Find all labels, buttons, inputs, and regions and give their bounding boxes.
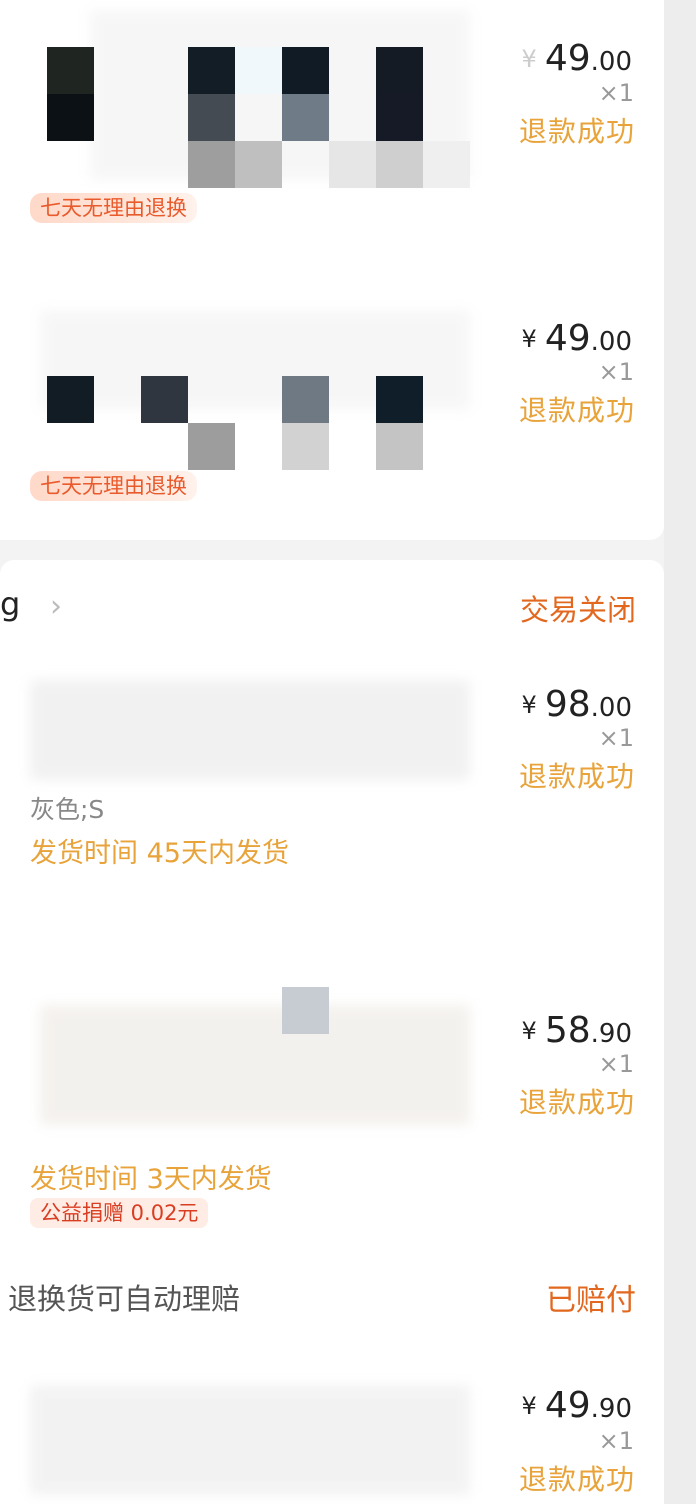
item-price: ¥58.90 [521, 1010, 632, 1051]
item-price: ¥49.90 [521, 1385, 632, 1426]
item-price: ¥49.00 [521, 38, 632, 79]
seven-day-return-tag: 七天无理由退换 [30, 193, 197, 223]
product-image-blurred [0, 1375, 480, 1504]
shop-name[interactable]: g [0, 585, 20, 623]
item-price: ¥98.00 [521, 684, 632, 725]
item-price: ¥49.00 [521, 318, 632, 359]
product-image-blurred [0, 660, 480, 780]
refund-status: 退款成功 [518, 760, 635, 793]
order-item-3[interactable]: ¥98.00 ×1 退款成功 灰色;S 发货时间 45天内发货 [0, 660, 664, 930]
order-item-1[interactable]: ¥49.00 ×1 退款成功 七天无理由退换 [0, 0, 664, 270]
donation-badge: 公益捐赠 0.02元 [30, 1198, 209, 1228]
order-item-5[interactable]: ¥49.90 ×1 退款成功 [0, 1365, 664, 1504]
order-card-1: ¥49.00 ×1 退款成功 七天无理由退换 ¥49.00 ×1 退款成功 七天… [0, 0, 664, 540]
claim-status: 已赔付 [546, 1283, 636, 1318]
seven-day-return-tag: 七天无理由退换 [30, 471, 197, 501]
item-sku: 灰色;S [30, 795, 105, 824]
product-image-pixelated [0, 300, 480, 480]
product-image-pixelated [0, 0, 480, 200]
refund-status: 退款成功 [518, 1463, 635, 1496]
order-status: 交易关闭 [519, 593, 636, 627]
refund-status: 退款成功 [518, 1086, 635, 1119]
shipping-time: 发货时间 45天内发货 [30, 838, 289, 869]
order-item-2[interactable]: ¥49.00 ×1 退款成功 七天无理由退换 [0, 280, 664, 530]
auto-claim-label[interactable]: 退换货可自动理赔 [8, 1276, 240, 1318]
item-quantity: ×1 [598, 79, 634, 107]
product-image-pixelated [0, 985, 480, 1145]
item-quantity: ×1 [598, 1427, 634, 1455]
item-quantity: ×1 [598, 1050, 634, 1078]
chevron-right-icon[interactable]: › [50, 589, 62, 624]
shipping-time: 发货时间 3天内发货 [30, 1164, 272, 1195]
refund-status: 退款成功 [518, 115, 635, 148]
item-quantity: ×1 [598, 358, 634, 386]
item-quantity: ×1 [598, 724, 634, 752]
refund-status: 退款成功 [518, 394, 635, 427]
screen-edge [664, 0, 696, 1504]
